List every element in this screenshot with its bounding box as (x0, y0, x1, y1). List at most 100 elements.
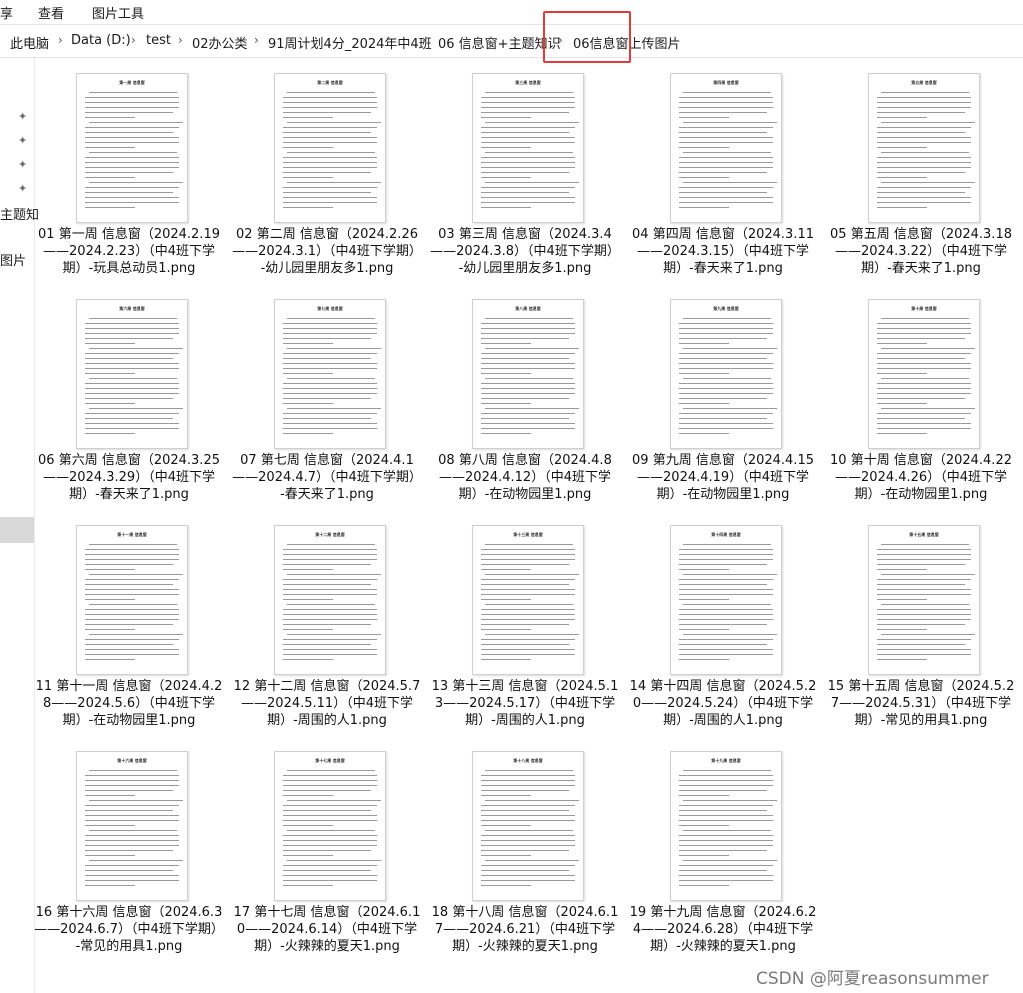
image-thumbnail[interactable]: 第十二周 信息窗 (274, 525, 386, 675)
thumbnail-text-line (679, 810, 767, 811)
pin-icon[interactable]: ✦ (18, 134, 30, 147)
thumbnail-text-line (481, 433, 531, 434)
thumbnail-text-line (877, 368, 971, 369)
thumbnail-text-line (283, 423, 377, 424)
thumbnail-text-line (283, 775, 377, 776)
image-thumbnail[interactable]: 第四周 信息窗 (670, 73, 782, 223)
thumbnail-text-line (85, 644, 173, 645)
image-thumbnail[interactable]: 第七周 信息窗 (274, 299, 386, 449)
thumbnail-text-line (679, 855, 729, 856)
thumbnail-text-line (283, 875, 377, 876)
image-thumbnail[interactable]: 第十周 信息窗 (868, 299, 980, 449)
tab-view[interactable]: 查看 (38, 3, 64, 22)
chevron-right-icon[interactable]: › (58, 33, 63, 47)
thumbnail-text-line (85, 594, 179, 595)
chevron-right-icon[interactable]: › (131, 33, 136, 47)
image-thumbnail[interactable]: 第六周 信息窗 (76, 299, 188, 449)
thumbnail-text-line (877, 559, 971, 560)
file-name-label[interactable]: 17 第十七周 信息窗（2024.6.10——2024.6.14）（中4班下学期… (232, 904, 422, 955)
image-thumbnail[interactable]: 第八周 信息窗 (472, 299, 584, 449)
thumbnail-text-line (283, 619, 377, 620)
thumbnail-title: 第十八周 信息窗 (513, 758, 543, 763)
thumbnail-text-line (877, 654, 971, 655)
thumbnail-text-line (877, 157, 971, 158)
nav-selected-item[interactable] (0, 517, 34, 543)
file-name-label[interactable]: 10 第十周 信息窗（2024.4.22——2024.4.26）（中4班下学期）… (826, 452, 1016, 503)
file-name-label[interactable]: 02 第二周 信息窗（2024.2.26——2024.3.1）（中4班下学期）-… (232, 226, 422, 277)
chevron-right-icon[interactable]: › (178, 33, 183, 47)
pin-icon[interactable]: ✦ (18, 110, 30, 123)
breadcrumb-item-data-drive[interactable]: Data (D:) (71, 33, 131, 48)
file-name-label[interactable]: 13 第十三周 信息窗（2024.5.13——2024.5.17）（中4班下学期… (430, 678, 620, 729)
thumbnail-text-line (283, 403, 333, 404)
thumbnail-text-line (481, 373, 531, 374)
file-name-label[interactable]: 12 第十二周 信息窗（2024.5.7——2024.5.11）（中4班下学期）… (232, 678, 422, 729)
breadcrumb-item-office[interactable]: 02办公类 (192, 33, 248, 52)
file-name-label[interactable]: 09 第九周 信息窗（2024.4.15——2024.4.19）（中4班下学期）… (628, 452, 818, 503)
thumbnail-text-line (481, 554, 575, 555)
image-thumbnail[interactable]: 第十六周 信息窗 (76, 751, 188, 901)
pin-icon[interactable]: ✦ (18, 182, 30, 195)
image-thumbnail[interactable]: 第九周 信息窗 (670, 299, 782, 449)
thumbnail-text-line (877, 373, 927, 374)
file-name-label[interactable]: 05 第五周 信息窗（2024.3.18——2024.3.22）（中4班下学期）… (826, 226, 1016, 277)
tab-picture-tools[interactable]: 图片工具 (92, 3, 144, 22)
file-name-label[interactable]: 08 第八周 信息窗（2024.4.8——2024.4.12）（中4班下学期）-… (430, 452, 620, 503)
thumbnail-text-line (283, 413, 377, 414)
thumbnail-text-line (877, 167, 971, 168)
image-thumbnail[interactable]: 第三周 信息窗 (472, 73, 584, 223)
pin-icon[interactable]: ✦ (18, 158, 30, 171)
thumbnail-text-line (679, 428, 773, 429)
image-thumbnail[interactable]: 第十四周 信息窗 (670, 525, 782, 675)
thumbnail-text-line (877, 614, 971, 615)
thumbnail-text-line (85, 102, 179, 103)
nav-item-pictures[interactable]: 图片 (0, 250, 26, 269)
image-thumbnail[interactable]: 第二周 信息窗 (274, 73, 386, 223)
chevron-right-icon[interactable]: › (254, 33, 259, 47)
file-name-label[interactable]: 19 第十九周 信息窗（2024.6.24——2024.6.28）（中4班下学期… (628, 904, 818, 955)
image-thumbnail[interactable]: 第十五周 信息窗 (868, 525, 980, 675)
thumbnail-text-line (283, 127, 377, 128)
file-name-label[interactable]: 04 第四周 信息窗（2024.3.11——2024.3.15）（中4班下学期）… (628, 226, 818, 277)
image-thumbnail[interactable]: 第五周 信息窗 (868, 73, 980, 223)
file-name-label[interactable]: 01 第一周 信息窗（2024.2.19——2024.2.23）（中4班下学期）… (34, 226, 224, 277)
thumbnail-text-line (283, 865, 377, 866)
breadcrumb-item-this-pc[interactable]: 此电脑 (10, 33, 49, 52)
thumbnail-text-line (679, 172, 767, 173)
thumbnail-text-line (283, 649, 377, 650)
thumbnail-text-line (679, 599, 729, 600)
image-thumbnail[interactable]: 第十三周 信息窗 (472, 525, 584, 675)
file-name-label[interactable]: 15 第十五周 信息窗（2024.5.27——2024.5.31）（中4班下学期… (826, 678, 1016, 729)
thumbnail-text-line (683, 122, 777, 123)
image-thumbnail[interactable]: 第十八周 信息窗 (472, 751, 584, 901)
file-name-label[interactable]: 03 第三周 信息窗（2024.3.4——2024.3.8）（中4班下学期）-幼… (430, 226, 620, 277)
thumbnail-text-line (481, 202, 575, 203)
file-name-label[interactable]: 16 第十六周 信息窗（2024.6.3——2024.6.7）（中4班下学期）-… (34, 904, 224, 955)
breadcrumb-item-weekly-plan[interactable]: 91周计划4分_2024年中4班 (268, 33, 432, 52)
file-name-label[interactable]: 11 第十一周 信息窗（2024.4.28——2024.5.6）（中4班下学期）… (34, 678, 224, 729)
thumbnail-text-line (881, 378, 969, 379)
thumbnail-text-line (679, 840, 773, 841)
file-name-label[interactable]: 18 第十八周 信息窗（2024.6.17——2024.6.21）（中4班下学期… (430, 904, 620, 955)
image-thumbnail[interactable]: 第一周 信息窗 (76, 73, 188, 223)
thumbnail-text-line (283, 795, 333, 796)
file-name-label[interactable]: 07 第七周 信息窗（2024.4.1——2024.4.7）（中4班下学期）-春… (232, 452, 422, 503)
thumbnail-text-line (877, 594, 971, 595)
thumbnail-text-line (481, 629, 531, 630)
thumbnail-text-line (877, 343, 927, 344)
image-thumbnail[interactable]: 第十九周 信息窗 (670, 751, 782, 901)
thumbnail-text-line (481, 579, 575, 580)
thumbnail-text-line (881, 152, 969, 153)
thumbnail-text-line (85, 167, 179, 168)
image-thumbnail[interactable]: 第十一周 信息窗 (76, 525, 188, 675)
thumbnail-text-line (85, 333, 179, 334)
thumbnail-text-line (485, 574, 579, 575)
breadcrumb-item-test[interactable]: test (146, 33, 171, 48)
file-name-label[interactable]: 06 第六周 信息窗（2024.3.25——2024.3.29）（中4班下学期）… (34, 452, 224, 503)
file-name-label[interactable]: 14 第十四周 信息窗（2024.5.20——2024.5.24）（中4班下学期… (628, 678, 818, 729)
chevron-right-icon[interactable]: › (422, 33, 427, 47)
image-thumbnail[interactable]: 第十七周 信息窗 (274, 751, 386, 901)
thumbnail-text-line (283, 599, 333, 600)
thumbnail-text-line (679, 564, 767, 565)
tab-share[interactable]: 享 (0, 3, 13, 22)
